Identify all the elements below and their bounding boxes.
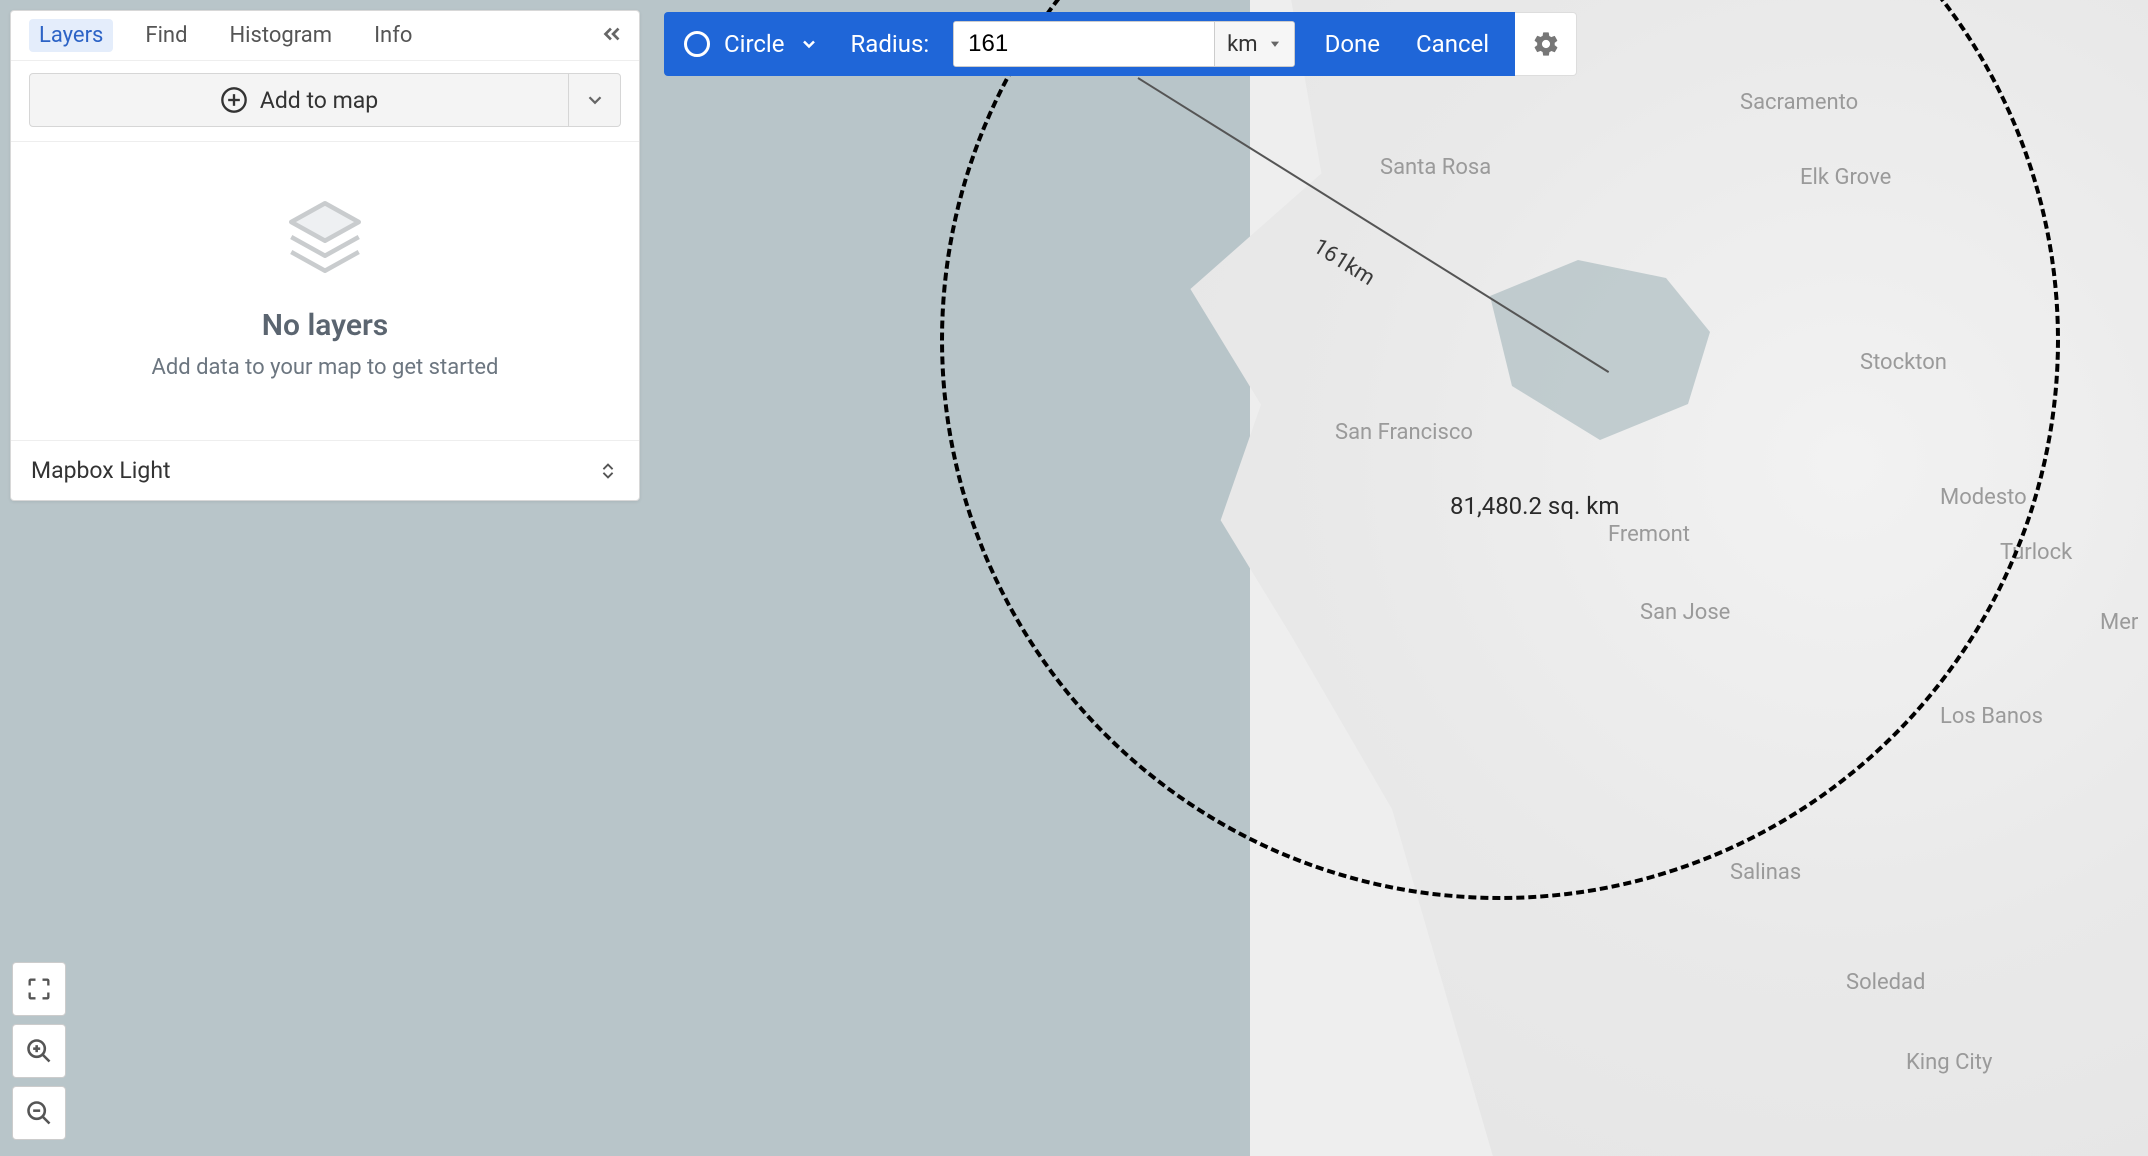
circle-shape-icon <box>684 31 710 57</box>
add-to-map-caret[interactable] <box>569 73 621 127</box>
add-to-map-row: Add to map <box>11 61 639 142</box>
radius-input-group: km <box>953 21 1294 67</box>
zoom-out-icon <box>25 1099 53 1127</box>
city-label: San Francisco <box>1335 420 1473 445</box>
done-button[interactable]: Done <box>1319 30 1386 58</box>
empty-title: No layers <box>31 308 619 343</box>
city-label: Salinas <box>1730 860 1801 885</box>
city-label: King City <box>1906 1050 1992 1075</box>
city-label: Turlock <box>2000 540 2072 565</box>
city-label: Fremont <box>1608 522 1690 547</box>
add-to-map-button[interactable]: Add to map <box>29 73 569 127</box>
fullscreen-icon <box>25 975 53 1003</box>
tab-histogram[interactable]: Histogram <box>219 19 342 52</box>
chevron-down-icon <box>799 34 819 54</box>
plus-circle-icon <box>220 86 248 114</box>
chevrons-left-icon[interactable] <box>599 21 625 47</box>
basemap-selector[interactable]: Mapbox Light <box>11 441 639 500</box>
settings-button[interactable] <box>1515 12 1577 76</box>
shape-selector[interactable]: Circle <box>684 30 819 58</box>
shape-label: Circle <box>724 30 785 58</box>
city-label: Mer <box>2100 610 2138 635</box>
add-to-map-label: Add to map <box>260 87 378 114</box>
sidebar-tabs: Layers Find Histogram Info <box>11 11 639 61</box>
city-label: San Jose <box>1640 600 1730 625</box>
city-label: Sacramento <box>1740 90 1858 115</box>
city-label: Santa Rosa <box>1380 155 1491 180</box>
shape-toolbar-main: Circle Radius: km Done Cancel <box>664 12 1515 76</box>
unit-selector[interactable]: km <box>1214 22 1293 66</box>
basemap-label: Mapbox Light <box>31 457 171 484</box>
empty-subtitle: Add data to your map to get started <box>31 355 619 380</box>
zoom-out-button[interactable] <box>12 1086 66 1140</box>
caret-down-icon <box>1268 37 1282 51</box>
unit-label: km <box>1227 32 1257 57</box>
city-label: Soledad <box>1846 970 1925 995</box>
city-label: Modesto <box>1940 485 2027 510</box>
tab-info[interactable]: Info <box>364 19 422 52</box>
shape-toolbar: Circle Radius: km Done Cancel <box>664 12 1577 76</box>
zoom-in-button[interactable] <box>12 1024 66 1078</box>
city-label: Stockton <box>1860 350 1947 375</box>
radius-input[interactable] <box>954 22 1214 66</box>
zoom-in-icon <box>25 1037 53 1065</box>
layers-empty-state: No layers Add data to your map to get st… <box>11 142 639 441</box>
tab-layers[interactable]: Layers <box>29 19 113 52</box>
cancel-button[interactable]: Cancel <box>1410 30 1495 58</box>
tab-find[interactable]: Find <box>135 19 197 52</box>
sidebar-panel: Layers Find Histogram Info Add to map No… <box>10 10 640 501</box>
sort-icon <box>597 460 619 482</box>
city-label: Elk Grove <box>1800 165 1891 190</box>
city-label: Los Banos <box>1940 704 2043 729</box>
fit-bounds-button[interactable] <box>12 962 66 1016</box>
radius-field-label: Radius: <box>851 30 930 58</box>
layers-stack-icon <box>280 192 370 282</box>
area-annotation: 81,480.2 sq. km <box>1450 492 1619 520</box>
gear-icon <box>1532 30 1560 58</box>
